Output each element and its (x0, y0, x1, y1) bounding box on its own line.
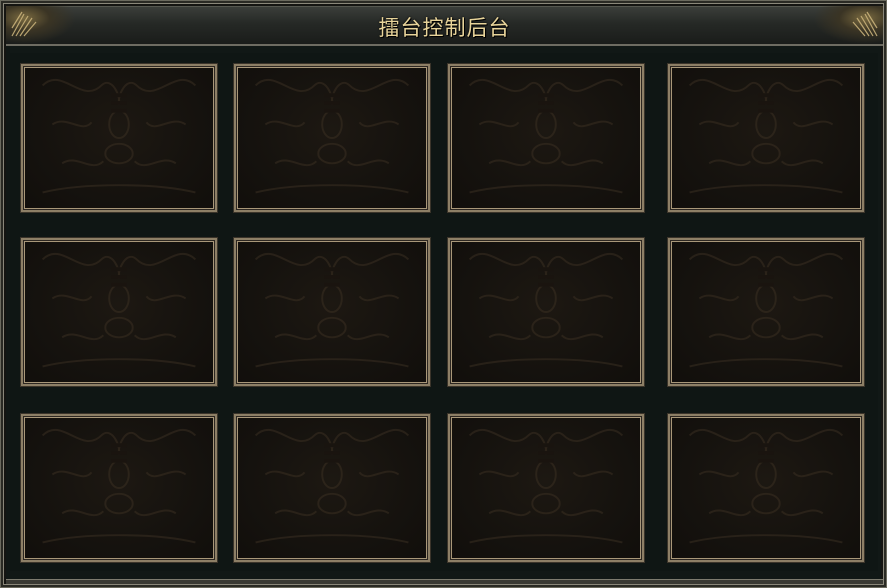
player-slot-6[interactable] (234, 238, 430, 386)
ornate-pattern-icon (41, 252, 197, 368)
player-slot-8[interactable] (668, 238, 864, 386)
ornate-pattern-icon (688, 252, 844, 368)
ornate-pattern-icon (468, 252, 624, 368)
ornate-pattern-icon (468, 428, 624, 544)
ornate-pattern-icon (254, 428, 410, 544)
player-slot-1[interactable] (21, 64, 217, 212)
player-slot-4[interactable] (668, 64, 864, 212)
ornate-pattern-icon (254, 252, 410, 368)
player-slot-5[interactable] (21, 238, 217, 386)
title-bar[interactable]: 擂台控制后台 (6, 6, 883, 46)
bottom-frame (6, 579, 883, 584)
player-slot-2[interactable] (234, 64, 430, 212)
ornate-pattern-icon (688, 78, 844, 194)
player-slot-11[interactable] (448, 414, 644, 562)
arena-control-window: 擂台控制后台 (0, 0, 887, 588)
ornate-pattern-icon (688, 428, 844, 544)
ornate-pattern-icon (41, 428, 197, 544)
player-slot-10[interactable] (234, 414, 430, 562)
player-slot-12[interactable] (668, 414, 864, 562)
ornate-pattern-icon (41, 78, 197, 194)
window-title: 擂台控制后台 (378, 16, 511, 40)
player-slot-7[interactable] (448, 238, 644, 386)
ornate-pattern-icon (468, 78, 624, 194)
player-slot-3[interactable] (448, 64, 644, 212)
player-slot-9[interactable] (21, 414, 217, 562)
ornate-pattern-icon (254, 78, 410, 194)
